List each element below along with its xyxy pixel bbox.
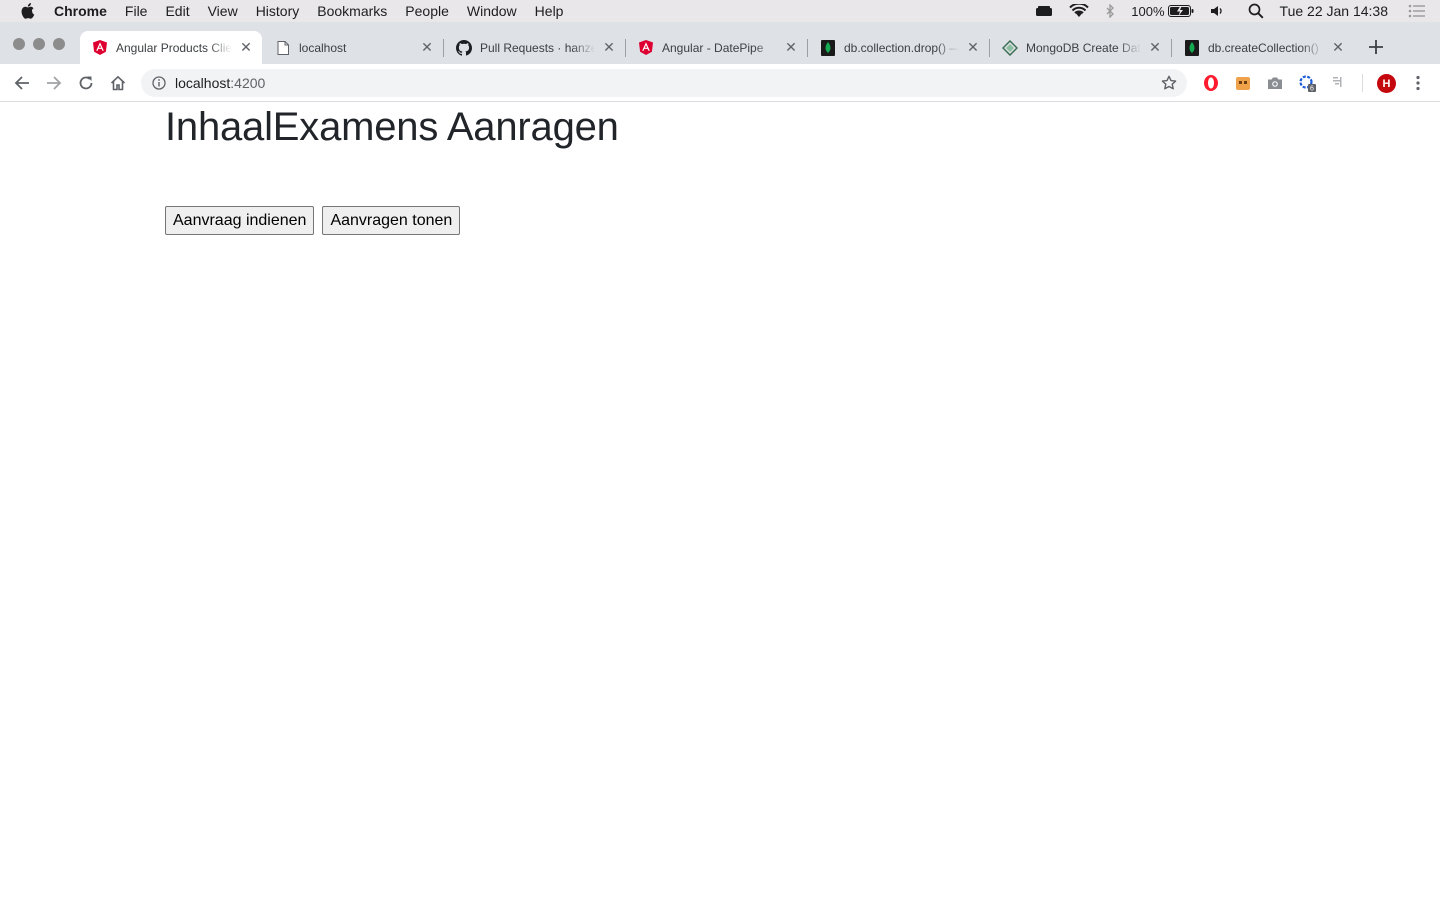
- tab-title: localhost: [299, 40, 347, 55]
- translate-extension-icon[interactable]: [1330, 74, 1348, 92]
- macos-menu-bar: Chrome File Edit View History Bookmarks …: [0, 0, 1440, 22]
- opera-extension-icon[interactable]: [1202, 74, 1220, 92]
- address-bar[interactable]: localhost:4200: [141, 69, 1187, 97]
- clipboard-extension-icon[interactable]: [1234, 74, 1252, 92]
- menu-window[interactable]: Window: [467, 0, 517, 22]
- close-tab-icon[interactable]: ✕: [238, 39, 254, 56]
- close-tab-icon[interactable]: ✕: [965, 39, 981, 56]
- apple-icon[interactable]: [20, 3, 36, 19]
- tab-db-collection-drop[interactable]: db.collection.drop() — MongoDB ✕: [808, 31, 989, 64]
- clock[interactable]: Tue 22 Jan 14:38: [1280, 3, 1388, 19]
- bookmark-star-icon[interactable]: [1161, 75, 1177, 91]
- action-buttons: Aanvraag indienen Aanvragen tonen: [165, 206, 461, 235]
- volume-icon[interactable]: [1210, 5, 1224, 17]
- menu-help[interactable]: Help: [535, 0, 564, 22]
- tab-title: db.collection.drop() — MongoDB: [844, 40, 959, 55]
- tab-angular-datepipe[interactable]: Angular - DatePipe ✕: [626, 31, 807, 64]
- camera-extension-icon[interactable]: [1266, 74, 1284, 92]
- battery-icon: [1167, 5, 1194, 17]
- tab-pull-requests[interactable]: Pull Requests · hanze ✕: [444, 31, 625, 64]
- show-requests-button[interactable]: Aanvragen tonen: [322, 206, 461, 235]
- angular-icon: [638, 40, 654, 56]
- page-icon: [275, 40, 291, 56]
- menu-bookmarks[interactable]: Bookmarks: [317, 0, 387, 22]
- menu-edit[interactable]: Edit: [165, 0, 189, 22]
- menu-people[interactable]: People: [405, 0, 449, 22]
- close-tab-icon[interactable]: ✕: [1330, 39, 1346, 56]
- site-info-icon[interactable]: [151, 75, 167, 91]
- tab-title: Angular - DatePipe: [662, 40, 764, 55]
- github-icon: [456, 39, 472, 56]
- new-tab-button[interactable]: [1365, 36, 1387, 58]
- home-button[interactable]: [106, 71, 130, 95]
- profile-avatar[interactable]: H: [1377, 74, 1396, 93]
- tab-title: Angular Products Client: [116, 40, 232, 55]
- forward-button[interactable]: [42, 71, 66, 95]
- close-tab-icon[interactable]: ✕: [1147, 39, 1163, 56]
- bluetooth-icon[interactable]: [1105, 4, 1115, 18]
- more-vertical-icon: [1416, 75, 1420, 91]
- chrome-menu-button[interactable]: [1408, 74, 1428, 92]
- url-port: :4200: [230, 75, 266, 91]
- mongodb-leaf-icon: [1184, 39, 1200, 56]
- notification-center-icon[interactable]: [1408, 4, 1426, 18]
- back-button[interactable]: [10, 71, 34, 95]
- menu-file[interactable]: File: [125, 0, 148, 22]
- tab-db-createcollection[interactable]: db.createCollection() ✕: [1172, 31, 1354, 64]
- back-arrow-icon: [14, 76, 29, 90]
- home-icon: [110, 75, 126, 91]
- plus-icon: [1369, 40, 1383, 54]
- url-text: localhost:4200: [175, 75, 1161, 91]
- menu-app-chrome[interactable]: Chrome: [54, 0, 107, 22]
- angular-icon: [92, 40, 108, 56]
- mongodb-diamond-icon: [1002, 39, 1018, 56]
- spotlight-search-icon[interactable]: [1248, 3, 1264, 19]
- menu-history[interactable]: History: [256, 0, 300, 22]
- window-controls: [13, 38, 65, 50]
- close-window-button[interactable]: [13, 38, 25, 50]
- close-tab-icon[interactable]: ✕: [783, 39, 799, 56]
- battery-status[interactable]: 100%: [1131, 3, 1194, 19]
- reload-button[interactable]: [74, 71, 98, 95]
- forward-arrow-icon: [47, 76, 62, 90]
- reload-icon: [79, 76, 93, 90]
- page-title: InhaalExamens Aanragen: [165, 105, 619, 149]
- page-content: InhaalExamens Aanragen Aanvraag indienen…: [0, 102, 1440, 900]
- tab-localhost[interactable]: localhost ✕: [263, 31, 443, 64]
- submit-request-button[interactable]: Aanvraag indienen: [165, 206, 315, 235]
- toolbar-divider: [1362, 74, 1363, 92]
- url-host: localhost: [175, 75, 231, 91]
- drive-icon[interactable]: [1035, 5, 1053, 17]
- gear-extension-icon[interactable]: 6: [1298, 74, 1316, 92]
- close-tab-icon[interactable]: ✕: [601, 39, 617, 56]
- wifi-icon[interactable]: [1069, 4, 1090, 18]
- tab-title: MongoDB Create Database: [1026, 40, 1141, 55]
- tab-angular-products-client[interactable]: Angular Products Client ✕: [80, 31, 262, 64]
- tab-mongodb-create-database[interactable]: MongoDB Create Database ✕: [990, 31, 1171, 64]
- tab-strip: Angular Products Client ✕ localhost ✕ Pu…: [0, 22, 1440, 64]
- tab-title: db.createCollection(): [1208, 40, 1319, 55]
- zoom-window-button[interactable]: [53, 38, 65, 50]
- tab-title: Pull Requests · hanze: [480, 40, 595, 55]
- browser-toolbar: localhost:4200 6 H: [0, 64, 1440, 102]
- menu-view[interactable]: View: [208, 0, 238, 22]
- close-tab-icon[interactable]: ✕: [419, 39, 435, 56]
- minimize-window-button[interactable]: [33, 38, 45, 50]
- battery-percent: 100%: [1131, 3, 1165, 19]
- mongodb-leaf-icon: [820, 39, 836, 56]
- extension-badge: 6: [1310, 86, 1314, 93]
